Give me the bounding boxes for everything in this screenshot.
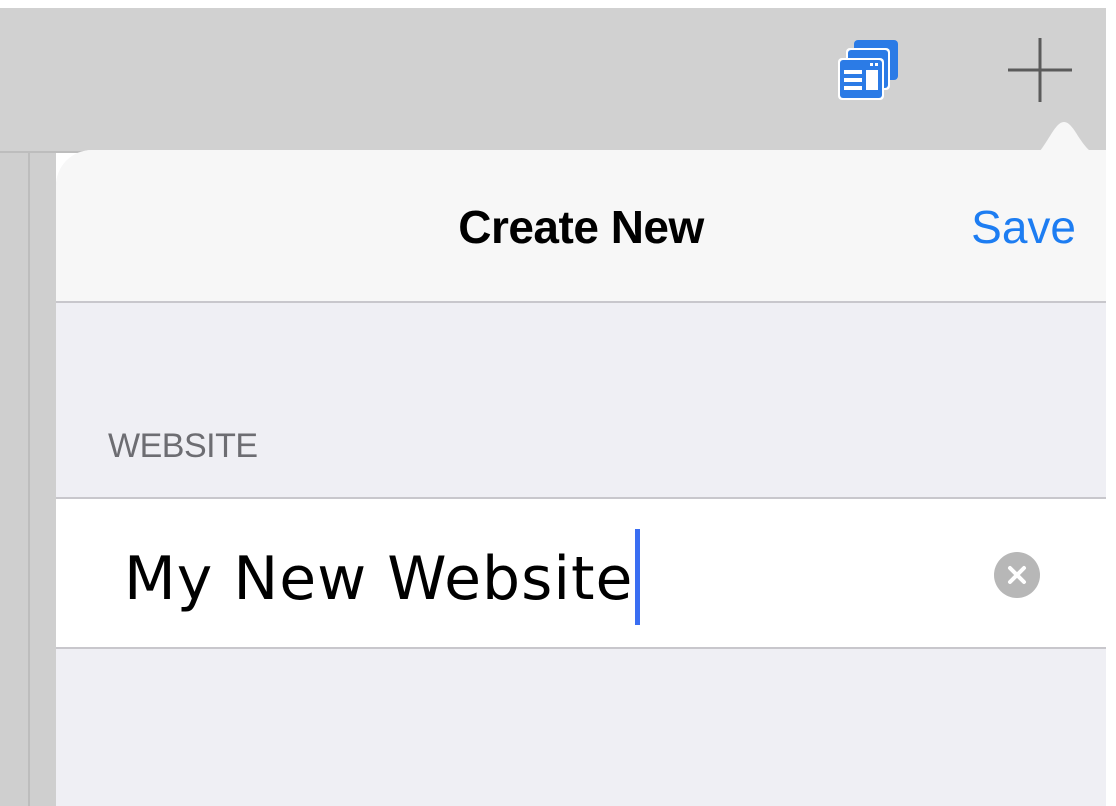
website-name-text: My New Website bbox=[124, 544, 634, 614]
create-new-popover: Create New Save WEBSITE My New Website bbox=[56, 150, 1106, 806]
app-screen: Create New Save WEBSITE My New Website bbox=[0, 0, 1116, 806]
pages-icon[interactable] bbox=[836, 38, 902, 102]
section-header-website: WEBSITE bbox=[108, 427, 258, 465]
website-name-field[interactable]: My New Website bbox=[56, 497, 1106, 649]
popover-nav-bar: Create New Save bbox=[56, 150, 1106, 303]
text-caret bbox=[635, 529, 641, 625]
background-divider bbox=[28, 153, 30, 806]
save-button[interactable]: Save bbox=[971, 200, 1076, 254]
popover-title: Create New bbox=[458, 201, 704, 253]
top-toolbar bbox=[0, 8, 1106, 151]
right-edge bbox=[1106, 8, 1116, 806]
website-name-input[interactable]: My New Website bbox=[124, 529, 641, 625]
clear-x-icon[interactable] bbox=[994, 552, 1040, 598]
plus-icon[interactable] bbox=[1006, 36, 1074, 104]
